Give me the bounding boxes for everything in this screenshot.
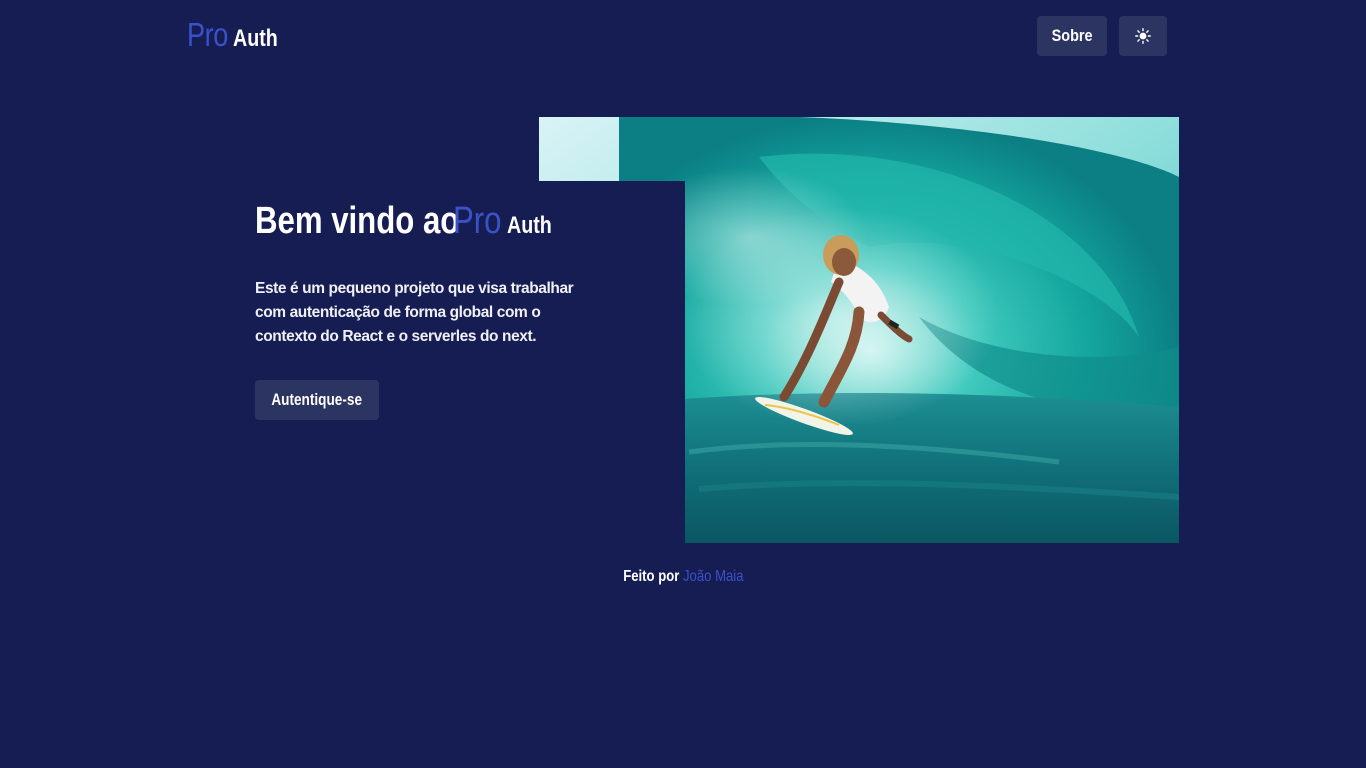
logo-auth: Auth (232, 25, 278, 52)
authenticate-button[interactable]: Autentique-se (255, 380, 379, 420)
footer: Feito por João Maia (0, 568, 1366, 586)
authenticate-button-label: Autentique-se (271, 390, 363, 409)
hero-title: Bem vindo ao Pro Auth (255, 200, 562, 243)
footer-made-by: Feito por (622, 568, 683, 585)
logo-pro: Pro (187, 16, 228, 53)
hero-title-pro: Pro (453, 200, 502, 242)
logo[interactable]: Pro Auth (187, 16, 288, 60)
hero-description: Este é um pequeno projeto que visa traba… (255, 280, 574, 345)
about-button[interactable]: Sobre (1037, 16, 1107, 56)
about-button-label: Sobre (1051, 26, 1093, 45)
footer-author-link[interactable]: João Maia (683, 568, 744, 585)
page: Pro Auth Sobre Bem vindo ao Pro Auth Est… (0, 0, 1366, 768)
sun-icon (1135, 28, 1151, 44)
theme-toggle-button[interactable] (1119, 16, 1167, 56)
hero-title-text: Bem vindo ao (255, 200, 460, 242)
hero-title-auth: Auth (507, 212, 552, 239)
